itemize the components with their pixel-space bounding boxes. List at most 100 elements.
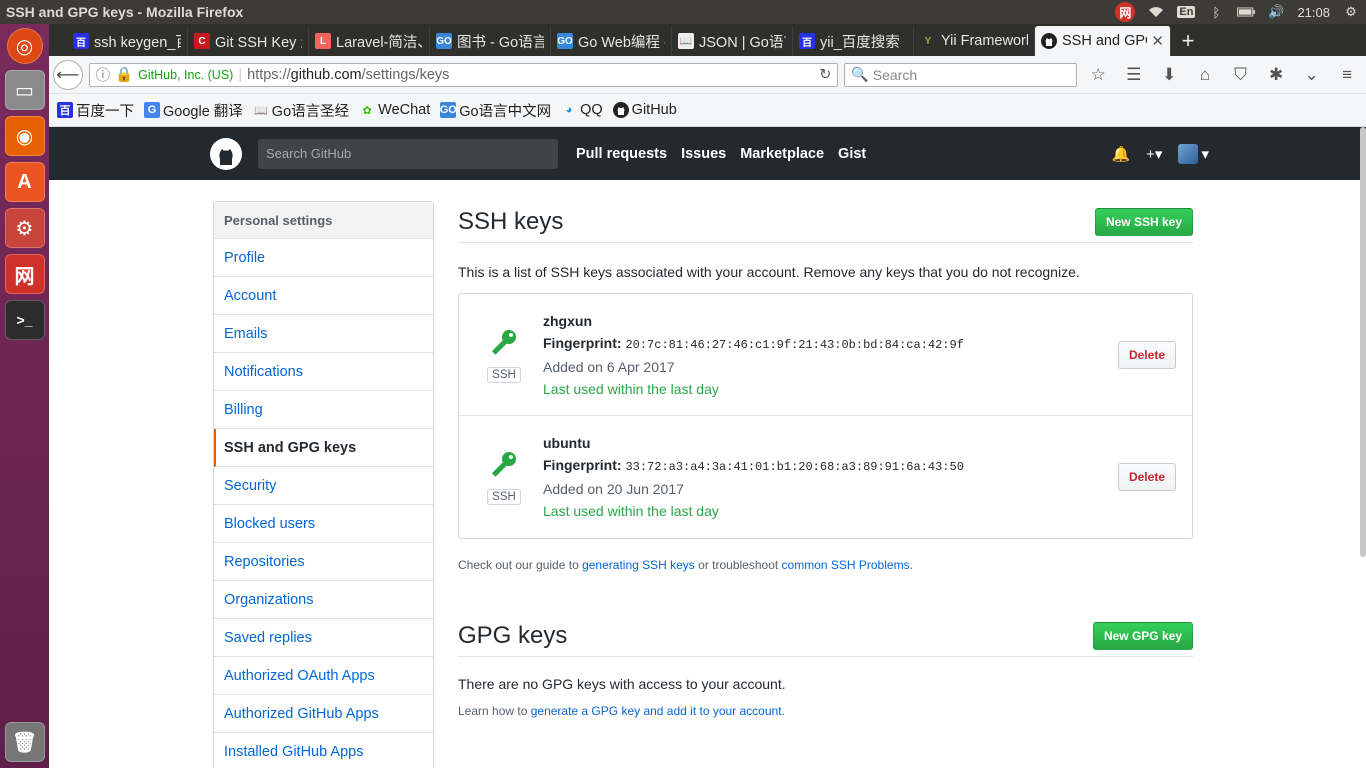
nav-pull-requests[interactable]: Pull requests	[576, 146, 667, 162]
sidebar-item-ssh-gpg-keys[interactable]: SSH and GPG keys	[214, 429, 433, 467]
sidebar-item-notifications[interactable]: Notifications	[214, 353, 433, 391]
sidebar-item-github-apps[interactable]: Authorized GitHub Apps	[214, 695, 433, 733]
sidebar-item-installed-apps[interactable]: Installed GitHub Apps	[214, 733, 433, 768]
browser-tab[interactable]: Y Yii Framework	[914, 26, 1035, 56]
ssh-key-list: SSH zhgxun Fingerprint: 20:7c:81:46:27:4…	[458, 293, 1193, 539]
terminal-icon[interactable]: >_	[4, 300, 45, 340]
sidebar-item-oauth-apps[interactable]: Authorized OAuth Apps	[214, 657, 433, 695]
bookmark-item[interactable]: 百百度一下	[57, 100, 134, 121]
extension-icon[interactable]: ✱	[1261, 60, 1291, 90]
new-tab-button[interactable]: +	[1171, 26, 1205, 56]
fingerprint-value: 20:7c:81:46:27:46:c1:9f:21:43:0b:bd:84:c…	[625, 337, 964, 352]
navigation-toolbar: ⟵ ⓘ 🔒 GitHub, Inc. (US) | https://github…	[49, 56, 1366, 94]
new-ssh-key-button[interactable]: New SSH key	[1094, 207, 1193, 236]
laravel-icon: L	[315, 33, 331, 49]
home-icon[interactable]: ⌂	[1190, 60, 1220, 90]
netease-music-launcher-icon[interactable]: 网	[4, 254, 45, 294]
info-icon[interactable]: ⓘ	[96, 64, 111, 85]
delete-key-button[interactable]: Delete	[1117, 463, 1176, 491]
reading-list-icon[interactable]: ☰	[1119, 60, 1149, 90]
bookmark-star-icon[interactable]: ☆	[1083, 60, 1113, 90]
fingerprint-value: 33:72:a3:a4:3a:41:01:b1:20:68:a3:89:91:6…	[625, 460, 964, 474]
create-new-dropdown-icon[interactable]: +▾	[1146, 145, 1162, 163]
overflow-chevron-icon[interactable]: ⌄	[1297, 60, 1327, 90]
csdn-icon: C	[194, 33, 210, 49]
close-tab-icon[interactable]: ✕	[1151, 32, 1164, 50]
generate-gpg-key-link[interactable]: generate a GPG key and add it to your ac…	[531, 704, 782, 718]
system-settings-icon[interactable]: ⚙	[4, 208, 45, 248]
chevron-down-icon: ▾	[1201, 145, 1209, 163]
go-icon: GO	[436, 33, 452, 49]
pocket-icon[interactable]: ⛉	[1226, 60, 1256, 90]
browser-tab[interactable]: CGit SSH Key 生	[188, 26, 309, 56]
ssh-problems-link[interactable]: common SSH Problems	[782, 558, 910, 572]
nav-issues[interactable]: Issues	[681, 146, 726, 162]
key-added-date: Added on 20 Jun 2017	[543, 481, 684, 497]
sidebar-item-billing[interactable]: Billing	[214, 391, 433, 429]
sidebar-item-repositories[interactable]: Repositories	[214, 543, 433, 581]
hamburger-menu-icon[interactable]: ≡	[1332, 60, 1362, 90]
firefox-icon[interactable]: ◉	[4, 116, 45, 156]
netease-music-icon[interactable]: 网	[1115, 2, 1136, 22]
sidebar-item-emails[interactable]: Emails	[214, 315, 433, 353]
notifications-bell-icon[interactable]: 🔔	[1111, 145, 1130, 163]
browser-tab[interactable]: 百 ssh keygen_百	[67, 26, 188, 56]
wifi-icon[interactable]	[1147, 3, 1165, 21]
reload-icon[interactable]: ↻	[819, 67, 831, 83]
sidebar-item-saved-replies[interactable]: Saved replies	[214, 619, 433, 657]
sidebar-item-profile[interactable]: Profile	[214, 239, 433, 277]
github-search-input[interactable]: Search GitHub	[258, 138, 558, 169]
browser-tab[interactable]: GO图书 - Go语言中	[430, 26, 551, 56]
trash-icon[interactable]: 🗑	[4, 722, 45, 762]
key-title: ubuntu	[543, 435, 591, 451]
browser-tab[interactable]: GOGo Web编程 - (	[551, 26, 672, 56]
settings-gear-icon[interactable]: ⚙	[1342, 3, 1360, 21]
bookmark-item[interactable]: GO Go语言中文网	[440, 100, 551, 121]
software-center-icon[interactable]: A	[4, 162, 45, 202]
url-bar[interactable]: ⓘ 🔒 GitHub, Inc. (US) | https://github.c…	[88, 62, 839, 87]
delete-key-button[interactable]: Delete	[1117, 341, 1176, 369]
key-title: zhgxun	[543, 312, 592, 329]
search-engine-icon[interactable]: 🔍	[851, 66, 868, 83]
browser-tab[interactable]: L Laravel-简洁、	[309, 26, 430, 56]
browser-tab[interactable]: 百 yii_百度搜索	[793, 26, 914, 56]
bookmark-item[interactable]: ◕ QQ	[561, 102, 603, 118]
page-scrollbar[interactable]	[1360, 127, 1366, 557]
sidebar-item-account[interactable]: Account	[214, 277, 433, 315]
bookmark-item[interactable]: G Google 翻译	[144, 100, 243, 121]
key-added-date: Added on 6 Apr 2017	[543, 358, 675, 375]
github-logo-icon[interactable]	[210, 137, 242, 170]
volume-icon[interactable]: 🔊	[1267, 3, 1285, 21]
url-text[interactable]: https://github.com/settings/keys	[247, 67, 814, 83]
sidebar-item-blocked-users[interactable]: Blocked users	[214, 505, 433, 543]
clock[interactable]: 21:08	[1297, 5, 1330, 20]
bluetooth-icon[interactable]: ᛒ	[1207, 3, 1225, 21]
nav-marketplace[interactable]: Marketplace	[740, 146, 824, 162]
bookmark-item[interactable]: 📖 Go语言圣经	[253, 100, 349, 121]
go-icon: GO	[439, 102, 457, 118]
tab-strip: 百ssh keygen_百 CGit SSH Key 生 LLaravel-简洁…	[49, 24, 1366, 56]
sidebar-item-security[interactable]: Security	[214, 467, 433, 505]
yii-icon: Y	[924, 35, 932, 47]
nav-gist[interactable]: Gist	[838, 146, 866, 162]
battery-icon[interactable]	[1237, 3, 1256, 21]
browser-tab-active[interactable]: SSH and GPG ✕	[1035, 26, 1171, 56]
keyboard-layout-indicator[interactable]: En	[1177, 6, 1196, 18]
user-menu[interactable]: ▾	[1178, 143, 1209, 164]
new-gpg-key-button[interactable]: New GPG key	[1092, 621, 1193, 650]
book-icon: 📖	[678, 33, 694, 49]
browser-tab[interactable]: 📖JSON | Go语言	[672, 26, 793, 56]
ssh-keys-title: SSH keys	[458, 207, 564, 235]
os-top-bar: SSH and GPG keys - Mozilla Firefox 网 En …	[0, 0, 1366, 24]
sidebar-item-organizations[interactable]: Organizations	[214, 581, 433, 619]
ubuntu-dash-icon[interactable]: ◎	[6, 28, 43, 64]
downloads-icon[interactable]: ⬇	[1154, 60, 1184, 90]
site-identity[interactable]: GitHub, Inc. (US)	[138, 68, 233, 82]
files-icon[interactable]: ▭	[4, 70, 45, 110]
generating-ssh-keys-link[interactable]: generating SSH keys	[582, 558, 695, 572]
search-bar[interactable]: 🔍 Search	[844, 62, 1078, 87]
bookmark-item[interactable]: ✿ WeChat	[359, 102, 431, 118]
back-button[interactable]: ⟵	[53, 59, 83, 90]
bookmark-item[interactable]: GitHub	[612, 102, 677, 118]
fingerprint-label: Fingerprint:	[543, 457, 622, 473]
